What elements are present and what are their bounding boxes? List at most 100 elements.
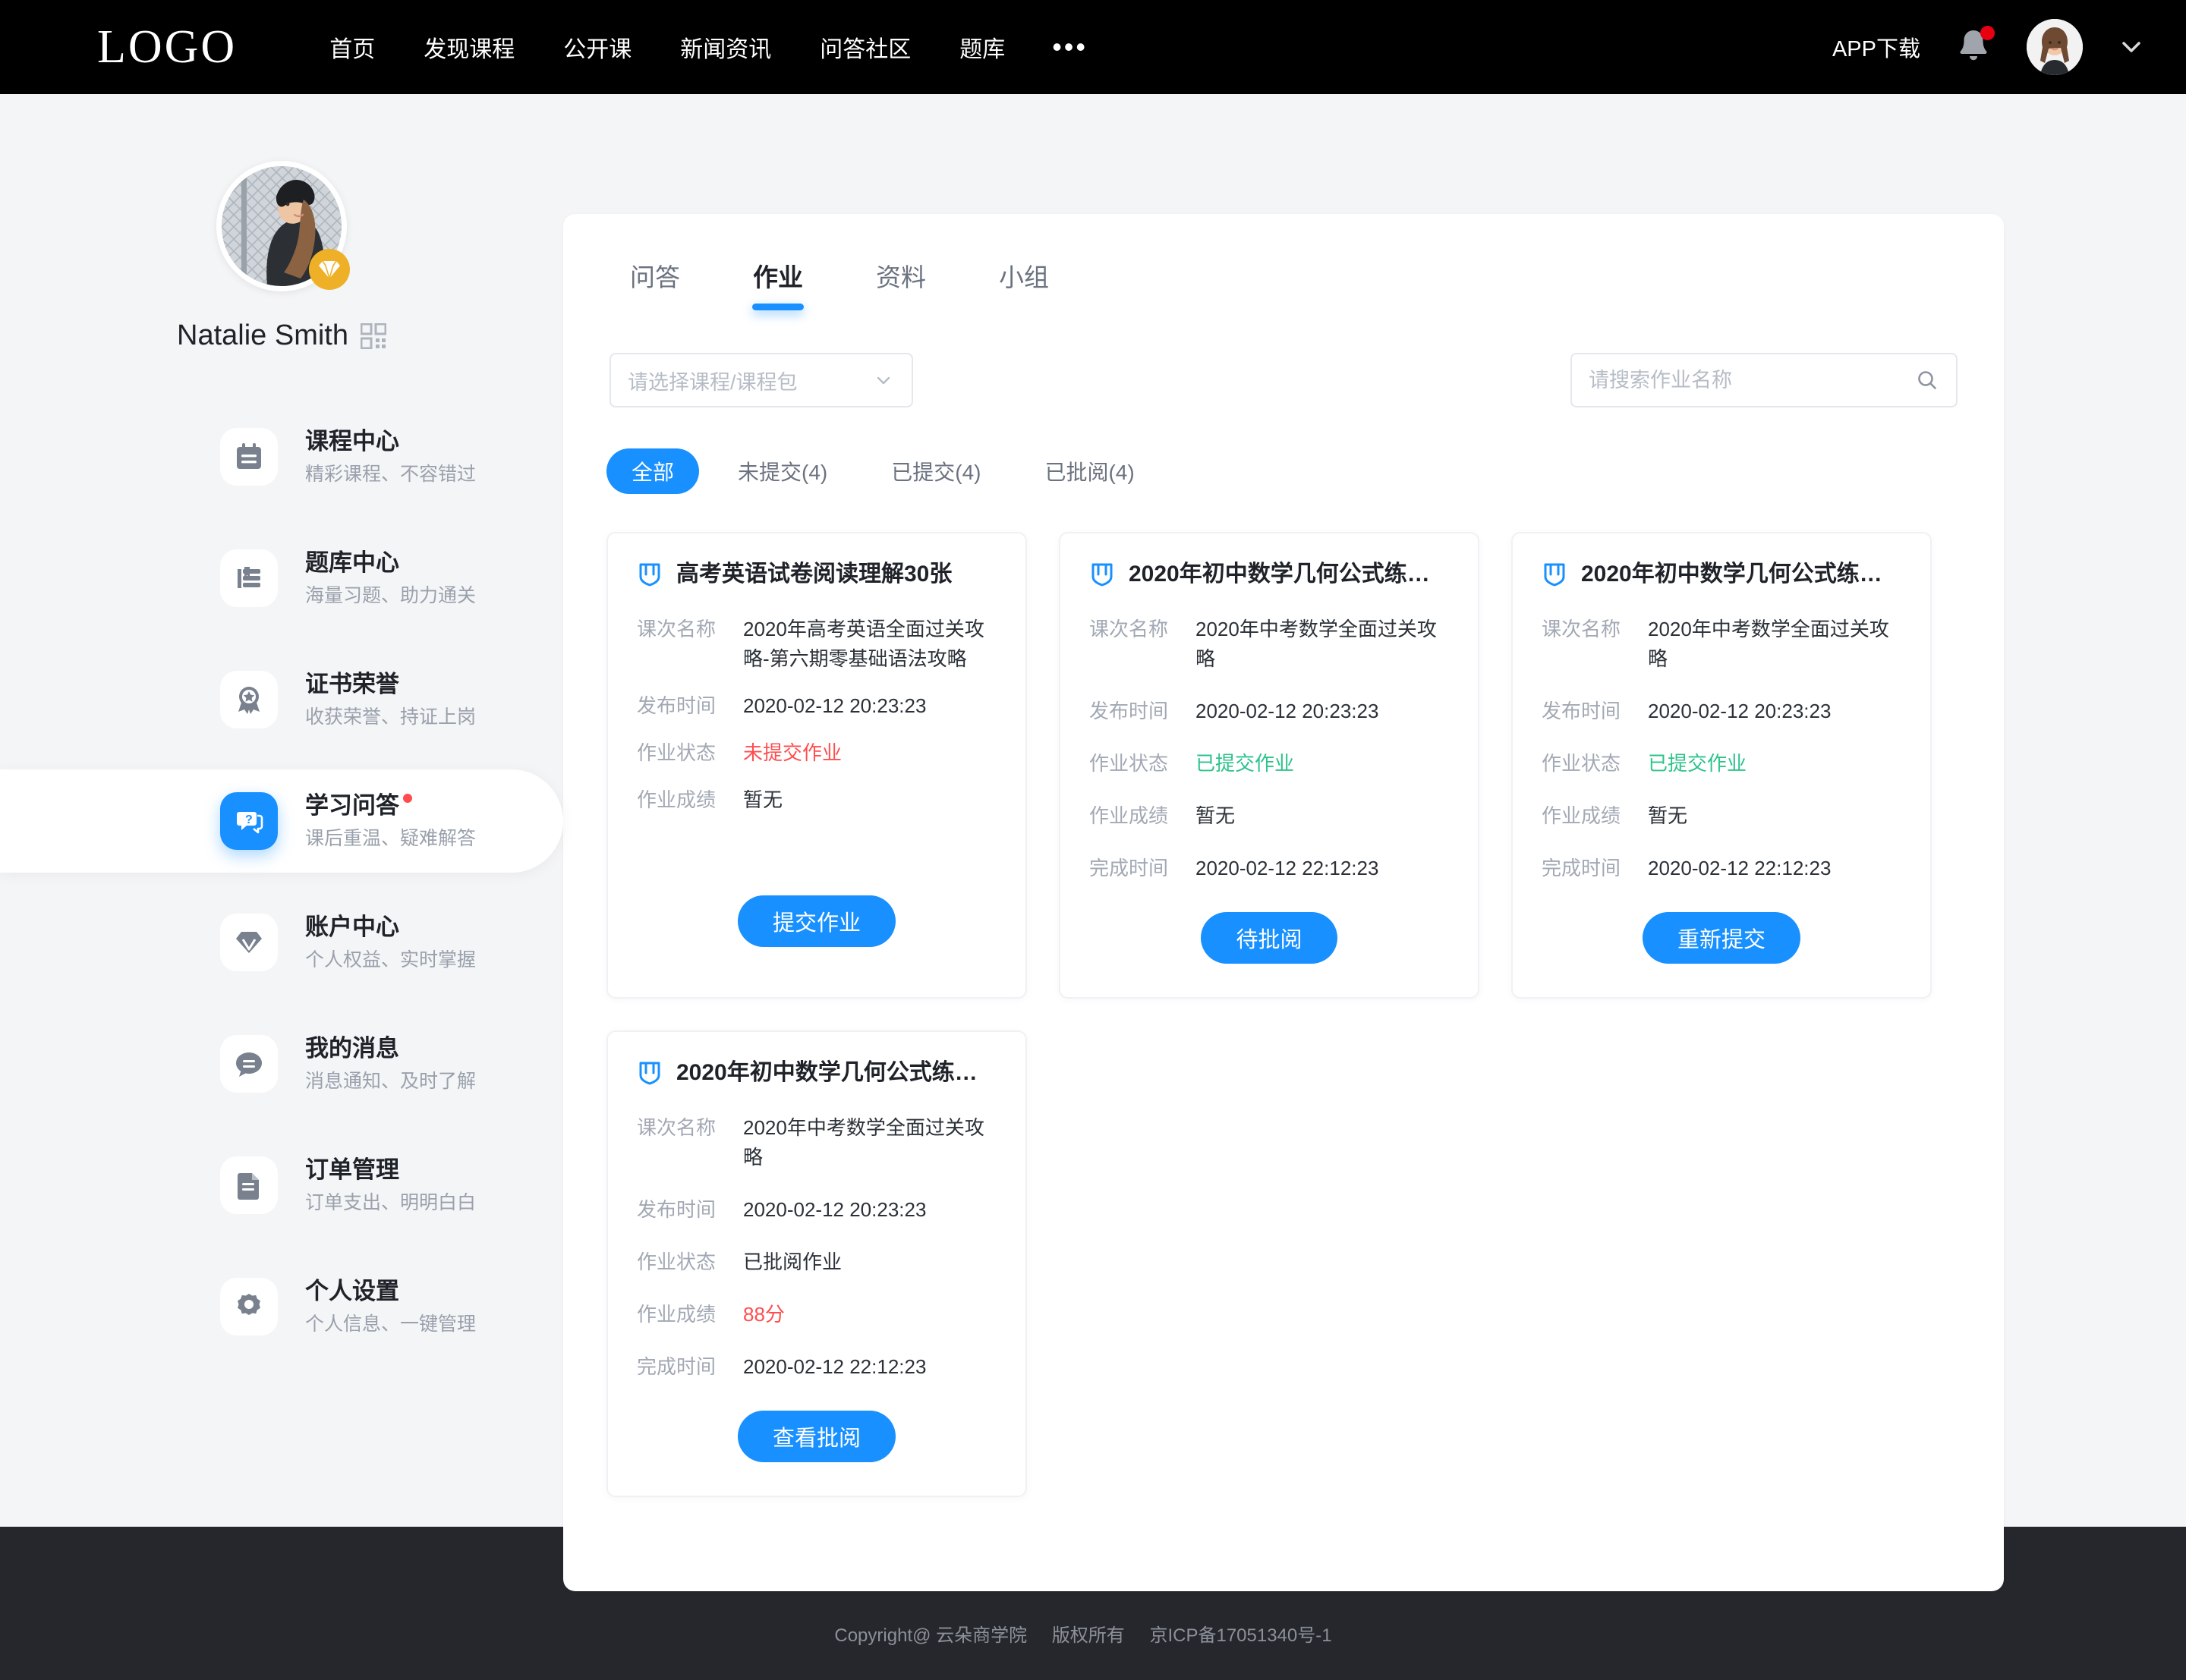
- pending-review-button[interactable]: 待批阅: [1201, 912, 1337, 964]
- sidebar-item-text: 订单管理 订单支出、明明白白: [305, 1156, 476, 1213]
- sidebar-item-subtitle: 精彩课程、不容错过: [305, 464, 477, 486]
- row-label: 完成时间: [637, 1355, 717, 1378]
- nav-item-question-bank[interactable]: 题库: [935, 30, 1029, 64]
- card-title: 高考英语试卷阅读理解30张: [676, 562, 953, 587]
- diamond-icon: [319, 260, 340, 280]
- nav-item-open-class[interactable]: 公开课: [539, 30, 656, 64]
- row-value: 2020-02-12 20:23:23: [1195, 700, 1379, 722]
- nav-item-news[interactable]: 新闻资讯: [656, 30, 795, 64]
- chat-bubble-icon: [236, 1052, 262, 1077]
- sidebar-item-study-qa[interactable]: ? 学习问答 课后重温、疑难解答: [0, 769, 563, 873]
- content-tabs: 问答 作业 资料 小组: [605, 214, 1962, 310]
- status-badge: 未提交作业: [743, 741, 843, 764]
- course-select-placeholder: 请选择课程/课程包: [628, 370, 798, 394]
- card-action-wrapper: 重新提交: [1542, 912, 1901, 964]
- gear-icon-wrapper: [220, 1278, 278, 1336]
- row-label: 发布时间: [637, 1198, 717, 1221]
- card-title: 2020年初中数学几何公式练习作...: [676, 1060, 997, 1085]
- row-publish: 发布时间 2020-02-12 20:23:23: [1542, 697, 1901, 726]
- submit-homework-button[interactable]: 提交作业: [737, 895, 896, 947]
- sidebar-item-subtitle: 海量习题、助力通关: [305, 585, 477, 607]
- tab-materials[interactable]: 资料: [876, 257, 926, 310]
- course-select[interactable]: 请选择课程/课程包: [609, 353, 913, 407]
- nav-item-discover-courses[interactable]: 发现课程: [399, 30, 539, 64]
- row-value: 2020年中考数学全面过关攻略: [743, 1116, 984, 1169]
- medal-star-icon: [238, 687, 260, 714]
- homework-card[interactable]: 2020年初中数学几何公式练习作... 课次名称 2020年中考数学全面过关攻略…: [606, 1030, 1027, 1497]
- sidebar-item-order-management[interactable]: 订单管理 订单支出、明明白白: [0, 1134, 563, 1237]
- more-menu-icon[interactable]: •••: [1029, 33, 1110, 60]
- row-lesson: 课次名称 2020年中考数学全面过关攻略: [637, 1113, 997, 1172]
- row-label: 完成时间: [1089, 857, 1169, 879]
- sidebar-item-title: 题库中心: [305, 549, 476, 577]
- sidebar-item-certificates[interactable]: 证书荣誉 收获荣誉、持证上岗: [0, 648, 563, 751]
- icp-text[interactable]: 京ICP备17051340号-1: [1149, 1625, 1331, 1646]
- chevron-down-icon[interactable]: [2116, 32, 2147, 62]
- nav-item-qa-community[interactable]: 问答社区: [795, 30, 935, 64]
- chip-submitted[interactable]: 已提交(4): [866, 448, 1006, 494]
- sidebar-item-course-center[interactable]: 课程中心 精彩课程、不容错过: [0, 405, 563, 508]
- tab-homework[interactable]: 作业: [753, 257, 803, 310]
- sidebar-item-account-center[interactable]: 账户中心 个人权益、实时掌握: [0, 891, 563, 994]
- tab-group[interactable]: 小组: [999, 257, 1049, 310]
- chip-reviewed[interactable]: 已批阅(4): [1019, 448, 1159, 494]
- view-review-button[interactable]: 查看批阅: [737, 1411, 896, 1462]
- sidebar-item-new-dot: [403, 794, 412, 804]
- sidebar-item-question-bank-center[interactable]: 题库中心 海量习题、助力通关: [0, 527, 563, 630]
- row-value: 2020年中考数学全面过关攻略: [1195, 618, 1437, 670]
- notifications-button[interactable]: [1954, 26, 1995, 68]
- search-box[interactable]: [1570, 353, 1958, 407]
- row-finish: 完成时间 2020-02-12 22:12:23: [637, 1352, 997, 1382]
- homework-card-list: 高考英语试卷阅读理解30张 课次名称 2020年高考英语全面过关攻略-第六期零基…: [605, 532, 1962, 1497]
- tab-qa[interactable]: 问答: [630, 257, 680, 310]
- sidebar-item-my-messages[interactable]: 我的消息 消息通知、及时了解: [0, 1012, 563, 1115]
- document-icon-wrapper: [220, 1156, 278, 1214]
- sidebar-item-subtitle: 收获荣誉、持证上岗: [305, 706, 477, 728]
- homework-card[interactable]: 2020年初中数学几何公式练习作... 课次名称 2020年中考数学全面过关攻略…: [1511, 532, 1932, 999]
- row-value: 2020-02-12 20:23:23: [1648, 700, 1832, 722]
- blue-shield-book-icon: [1091, 563, 1113, 586]
- row-lesson: 课次名称 2020年中考数学全面过关攻略: [1089, 615, 1449, 674]
- status-badge: 已批阅作业: [743, 1251, 843, 1273]
- homework-card[interactable]: 高考英语试卷阅读理解30张 课次名称 2020年高考英语全面过关攻略-第六期零基…: [606, 532, 1027, 999]
- profile-avatar-wrapper[interactable]: [216, 161, 350, 291]
- vip-badge: [309, 249, 350, 290]
- nav-item-home[interactable]: 首页: [305, 30, 399, 64]
- sidebar-item-personal-settings[interactable]: 个人设置 个人信息、一键管理: [0, 1255, 563, 1358]
- sidebar-item-text: 学习问答 课后重温、疑难解答: [305, 792, 476, 849]
- sidebar-item-label: 学习问答: [305, 792, 399, 820]
- row-label: 作业状态: [1089, 752, 1169, 775]
- sidebar-item-title: 订单管理: [305, 1156, 476, 1184]
- app-download-link[interactable]: APP下载: [1832, 31, 1920, 63]
- user-avatar-image: [2027, 19, 2083, 75]
- score-value: 88分: [743, 1303, 785, 1326]
- books-icon: [238, 567, 260, 588]
- status-filter-chips: 全部 未提交(4) 已提交(4) 已批阅(4): [605, 448, 1962, 494]
- search-input[interactable]: [1589, 368, 1915, 392]
- search-icon[interactable]: [1915, 368, 1939, 392]
- sidebar-item-text: 课程中心 精彩课程、不容错过: [305, 428, 476, 485]
- card-header: 2020年初中数学几何公式练习作...: [637, 1058, 997, 1087]
- row-score: 作业成绩 暂无: [637, 785, 997, 815]
- row-value: 2020-02-12 22:12:23: [1195, 857, 1379, 879]
- row-status: 作业状态 已批阅作业: [637, 1247, 997, 1277]
- row-value: 2020年中考数学全面过关攻略: [1648, 618, 1889, 670]
- profile-name-row: Natalie Smith: [0, 319, 563, 352]
- sidebar-item-subtitle: 个人权益、实时掌握: [305, 949, 477, 971]
- row-label: 作业成绩: [637, 1303, 717, 1326]
- resubmit-button[interactable]: 重新提交: [1642, 912, 1800, 964]
- sidebar-item-label: 个人设置: [305, 1278, 399, 1305]
- primary-nav-links: 首页 发现课程 公开课 新闻资讯 问答社区 题库 •••: [305, 30, 1110, 64]
- row-label: 课次名称: [1089, 618, 1169, 640]
- site-logo[interactable]: LOGO: [97, 24, 237, 71]
- sidebar-item-text: 账户中心 个人权益、实时掌握: [305, 914, 476, 971]
- homework-card[interactable]: 2020年初中数学几何公式练习作... 课次名称 2020年中考数学全面过关攻略…: [1059, 532, 1479, 999]
- qr-code-icon[interactable]: [360, 322, 386, 349]
- chip-all[interactable]: 全部: [606, 448, 700, 494]
- row-value: 2020-02-12 20:23:23: [743, 694, 927, 717]
- chip-unsubmitted[interactable]: 未提交(4): [713, 448, 852, 494]
- main-panel: 问答 作业 资料 小组 请选择课程/课程包 全部 未提交(4): [563, 214, 2004, 1591]
- avatar[interactable]: [2027, 19, 2083, 75]
- row-label: 作业状态: [637, 741, 717, 764]
- top-navigation-bar: LOGO 首页 发现课程 公开课 新闻资讯 问答社区 题库 ••• APP下载: [0, 0, 2186, 94]
